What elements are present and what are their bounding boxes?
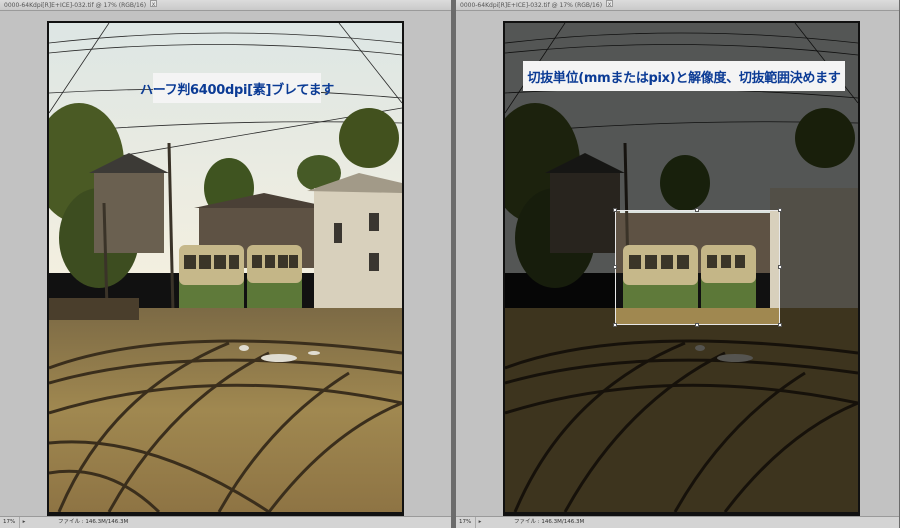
- crop-handle-middle-right[interactable]: [778, 265, 782, 269]
- left-caption-label: ハーフ判6400dpi[素]ブレてます: [140, 73, 334, 103]
- right-status-arrow-icon[interactable]: ▸: [476, 517, 484, 528]
- right-caption-label: 切抜単位(mmまたはpix)と解像度、切抜範囲決めます: [523, 61, 845, 91]
- right-zoom-level[interactable]: 17%: [456, 517, 476, 528]
- left-canvas-area: ハーフ判6400dpi[素]ブレてます: [0, 11, 451, 520]
- crop-handle-top-left[interactable]: [613, 208, 617, 212]
- right-window-close-icon[interactable]: x: [606, 0, 614, 8]
- left-window-title-bar[interactable]: 0000-64Kdpi[R]E+ICE]-032.tif @ 17% (RGB/…: [0, 0, 451, 11]
- left-status-arrow-icon[interactable]: ▸: [20, 517, 28, 528]
- left-photo-document: ハーフ判6400dpi[素]ブレてます: [47, 21, 404, 520]
- right-canvas-area: 切抜単位(mmまたはpix)と解像度、切抜範囲決めます: [456, 11, 899, 520]
- right-file-info: ファイル : 146.3M/146.3M: [514, 519, 585, 525]
- left-document-window: 0000-64Kdpi[R]E+ICE]-032.tif @ 17% (RGB/…: [0, 0, 452, 528]
- right-window-title-bar[interactable]: 0000-64Kdpi[R]E+ICE]-032.tif @ 17% (RGB/…: [456, 0, 899, 11]
- crop-handle-middle-left[interactable]: [613, 265, 617, 269]
- right-document-window: 0000-64Kdpi[R]E+ICE]-032.tif @ 17% (RGB/…: [456, 0, 900, 528]
- fence: [49, 298, 139, 320]
- left-status-bar: 17% ▸ ファイル : 146.3M/146.3M: [0, 516, 451, 528]
- crop-handle-bottom-left[interactable]: [613, 323, 617, 327]
- ground: [49, 308, 402, 512]
- right-window-title: 0000-64Kdpi[R]E+ICE]-032.tif @ 17% (RGB/…: [460, 2, 603, 9]
- crop-handle-bottom-right[interactable]: [778, 323, 782, 327]
- left-zoom-level[interactable]: 17%: [0, 517, 20, 528]
- crop-selection-box[interactable]: [613, 208, 782, 327]
- left-file-info: ファイル : 146.3M/146.3M: [58, 519, 129, 525]
- right-status-bar: 17% ▸ ファイル : 146.3M/146.3M: [456, 516, 899, 528]
- trams: [179, 245, 302, 318]
- left-window-title: 0000-64Kdpi[R]E+ICE]-032.tif @ 17% (RGB/…: [4, 2, 147, 9]
- crop-handle-bottom-center[interactable]: [695, 323, 699, 327]
- crop-handle-top-center[interactable]: [695, 208, 699, 212]
- crop-handle-top-right[interactable]: [778, 208, 782, 212]
- right-photo-document: 切抜単位(mmまたはpix)と解像度、切抜範囲決めます: [503, 21, 860, 520]
- left-window-close-icon[interactable]: x: [150, 0, 158, 8]
